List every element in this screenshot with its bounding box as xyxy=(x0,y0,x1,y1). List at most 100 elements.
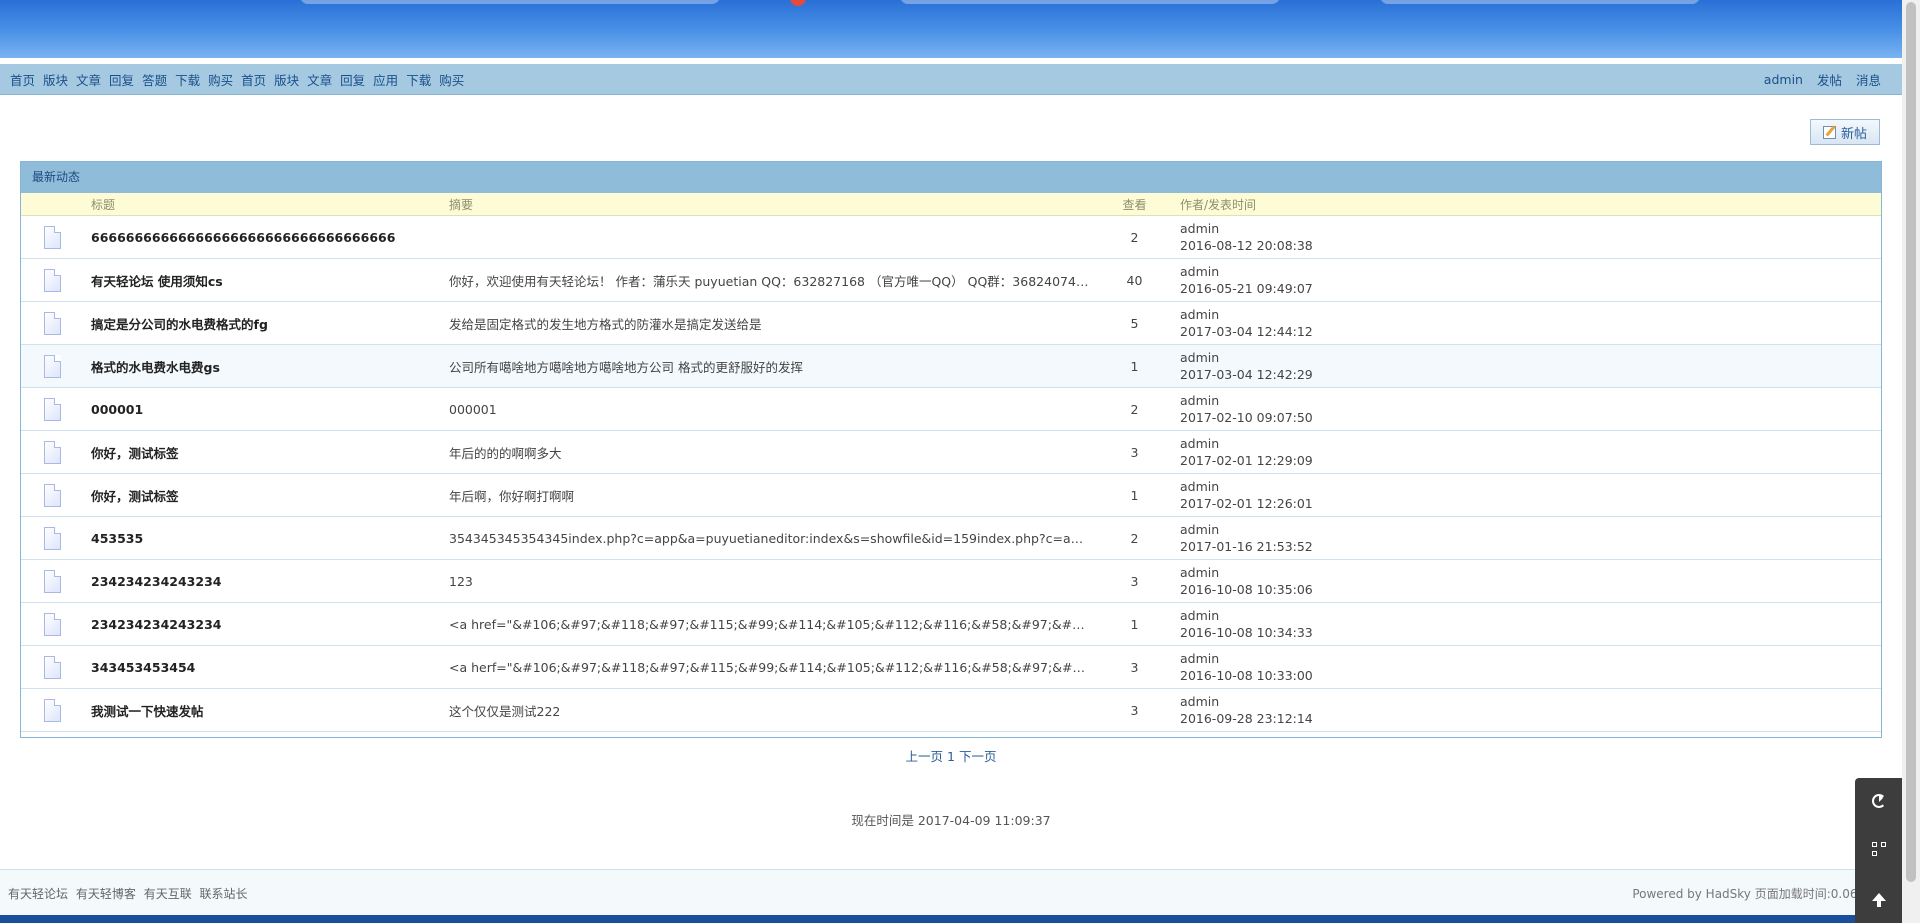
thread-author[interactable]: admin xyxy=(1180,349,1881,366)
nav-link-purchase[interactable]: 购买 xyxy=(208,70,233,89)
nav-post-link[interactable]: 发帖 xyxy=(1817,70,1842,89)
thread-title[interactable]: 234234234243234 xyxy=(91,602,449,646)
prev-page-link[interactable]: 上一页 xyxy=(906,749,944,764)
table-row[interactable]: 000001 000001 2 admin 2017-02-10 09:07:50 xyxy=(21,387,1881,431)
thread-title[interactable]: 343453453454 xyxy=(91,645,449,689)
thread-icon-cell xyxy=(21,258,91,302)
thread-time: 2016-08-12 20:08:38 xyxy=(1180,238,1313,253)
nav-link-quiz[interactable]: 答题 xyxy=(142,70,167,89)
thread-title[interactable]: 000001 xyxy=(91,387,449,431)
thread-title[interactable]: 234234234243234 xyxy=(91,559,449,603)
thread-icon-cell xyxy=(21,473,91,517)
floating-toolbar xyxy=(1855,778,1902,923)
thread-author[interactable]: admin xyxy=(1180,306,1881,323)
thread-icon-cell xyxy=(21,430,91,474)
thread-author[interactable]: admin xyxy=(1180,564,1881,581)
thread-time: 2016-09-28 23:12:14 xyxy=(1180,711,1313,726)
thread-time: 2017-02-01 12:29:09 xyxy=(1180,453,1313,468)
next-page-link[interactable]: 下一页 xyxy=(959,749,997,764)
thread-icon-cell xyxy=(21,387,91,431)
table-row[interactable]: 搞定是分公司的水电费格式的fg 发给是固定格式的发生地方格式的防灌水是搞定发送给是… xyxy=(21,301,1881,345)
nav-messages-link[interactable]: 消息 xyxy=(1856,70,1881,89)
thread-title[interactable]: 我测试一下快速发帖 xyxy=(91,688,449,732)
thread-summary xyxy=(449,215,1089,259)
thread-author[interactable]: admin xyxy=(1180,693,1881,710)
table-row[interactable]: 格式的水电费水电费gs 公司所有噶啥地方噶啥地方噶啥地方公司 格式的更舒服好的发挥… xyxy=(21,344,1881,388)
pencil-icon xyxy=(1822,125,1836,139)
refresh-icon xyxy=(1871,794,1886,808)
nav-link-articles[interactable]: 文章 xyxy=(76,70,101,89)
nav-link-downloads[interactable]: 下载 xyxy=(175,70,200,89)
thread-title[interactable]: 453535 xyxy=(91,516,449,560)
thread-title[interactable]: 66666666666666666666666666666666666 xyxy=(91,215,449,259)
thread-author-time: admin 2016-05-21 09:49:07 xyxy=(1180,258,1881,302)
document-icon xyxy=(44,483,61,507)
nav-link-purchase-2[interactable]: 购买 xyxy=(439,70,464,89)
document-icon xyxy=(44,225,61,249)
footer-link-blog[interactable]: 有天轻博客 xyxy=(76,887,136,901)
document-icon xyxy=(44,655,61,679)
scrollbar-thumb[interactable] xyxy=(1906,2,1916,882)
nav-link-forums[interactable]: 版块 xyxy=(43,70,68,89)
table-row[interactable]: 有天轻论坛 使用须知cs 你好，欢迎使用有天轻论坛！ 作者：蒲乐天 puyueti… xyxy=(21,258,1881,302)
thread-author[interactable]: admin xyxy=(1180,650,1881,667)
thread-author[interactable]: admin xyxy=(1180,607,1881,624)
document-icon xyxy=(44,612,61,636)
thread-author[interactable]: admin xyxy=(1180,220,1881,237)
header-views: 查看 xyxy=(1089,193,1180,216)
back-to-top-button[interactable] xyxy=(1855,874,1902,920)
thread-author-time: admin 2016-10-08 10:33:00 xyxy=(1180,645,1881,689)
thread-time: 2016-10-08 10:33:00 xyxy=(1180,668,1313,683)
document-icon xyxy=(44,311,61,335)
thread-title[interactable]: 格式的水电费水电费gs xyxy=(91,344,449,388)
table-row[interactable]: 66666666666666666666666666666666666 2 admi… xyxy=(21,215,1881,259)
nav-user-admin[interactable]: admin xyxy=(1764,72,1803,87)
nav-link-articles-2[interactable]: 文章 xyxy=(307,70,332,89)
nav-link-apps[interactable]: 应用 xyxy=(373,70,398,89)
table-row[interactable]: 234234234243234 123 3 admin 2016-10-08 10:35… xyxy=(21,559,1881,603)
server-time: 现在时间是 2017-04-09 11:09:37 xyxy=(851,813,1051,828)
document-icon xyxy=(44,569,61,593)
footer-bottom-bar xyxy=(0,915,1902,923)
refresh-button[interactable] xyxy=(1855,778,1902,824)
thread-title[interactable]: 你好，测试标签 xyxy=(91,430,449,474)
nav-link-home-2[interactable]: 首页 xyxy=(241,70,266,89)
thread-views: 2 xyxy=(1089,215,1180,259)
footer-link-contact[interactable]: 联系站长 xyxy=(200,887,248,901)
thread-author-time: admin 2017-02-01 12:29:09 xyxy=(1180,430,1881,474)
thread-summary: 这个仅仅是测试222 xyxy=(449,688,1089,732)
thread-views: 3 xyxy=(1089,430,1180,474)
table-row[interactable]: 234234234243234 <a href="&#106;&#97;&#118… xyxy=(21,602,1881,646)
thread-author-time: admin 2017-02-01 12:26:01 xyxy=(1180,473,1881,517)
top-navbar: 首页 版块 文章 回复 答题 下载 购买 首页 版块 文章 回复 应用 下载 购… xyxy=(0,64,1902,95)
thread-summary: 公司所有噶啥地方噶啥地方噶啥地方公司 格式的更舒服好的发挥 xyxy=(449,344,1089,388)
thread-author-time: admin 2017-03-04 12:42:29 xyxy=(1180,344,1881,388)
qrcode-button[interactable] xyxy=(1855,826,1902,872)
thread-views: 3 xyxy=(1089,688,1180,732)
nav-link-replies[interactable]: 回复 xyxy=(109,70,134,89)
thread-author[interactable]: admin xyxy=(1180,392,1881,409)
nav-link-downloads-2[interactable]: 下载 xyxy=(406,70,431,89)
new-post-button[interactable]: 新帖 xyxy=(1810,119,1880,145)
thread-author[interactable]: admin xyxy=(1180,263,1881,280)
thread-title[interactable]: 有天轻论坛 使用须知cs xyxy=(91,258,449,302)
vertical-scrollbar[interactable] xyxy=(1902,0,1920,923)
table-row[interactable]: 你好，测试标签 年后的的的啊啊多大 3 admin 2017-02-01 12:29:0… xyxy=(21,430,1881,474)
footer-link-forum[interactable]: 有天轻论坛 xyxy=(8,887,68,901)
thread-author[interactable]: admin xyxy=(1180,521,1881,538)
table-row[interactable]: 我测试一下快速发帖 这个仅仅是测试222 3 admin 2016-09-28 23:1… xyxy=(21,688,1881,732)
nav-link-home[interactable]: 首页 xyxy=(10,70,35,89)
thread-summary: 123 xyxy=(449,559,1089,603)
thread-title[interactable]: 搞定是分公司的水电费格式的fg xyxy=(91,301,449,345)
table-row[interactable]: 343453453454 <a herf="&#106;&#97;&#118;&#… xyxy=(21,645,1881,689)
nav-link-forums-2[interactable]: 版块 xyxy=(274,70,299,89)
thread-views: 40 xyxy=(1089,258,1180,302)
footer-link-hudong[interactable]: 有天互联 xyxy=(144,887,192,901)
header-banner xyxy=(0,0,1902,58)
thread-author[interactable]: admin xyxy=(1180,435,1881,452)
nav-link-replies-2[interactable]: 回复 xyxy=(340,70,365,89)
thread-title[interactable]: 你好，测试标签 xyxy=(91,473,449,517)
table-row[interactable]: 453535 354345345354345index.php?c=app&a=p… xyxy=(21,516,1881,560)
table-row[interactable]: 你好，测试标签 年后啊，你好啊打啊啊 1 admin 2017-02-01 12:26:… xyxy=(21,473,1881,517)
thread-author[interactable]: admin xyxy=(1180,478,1881,495)
